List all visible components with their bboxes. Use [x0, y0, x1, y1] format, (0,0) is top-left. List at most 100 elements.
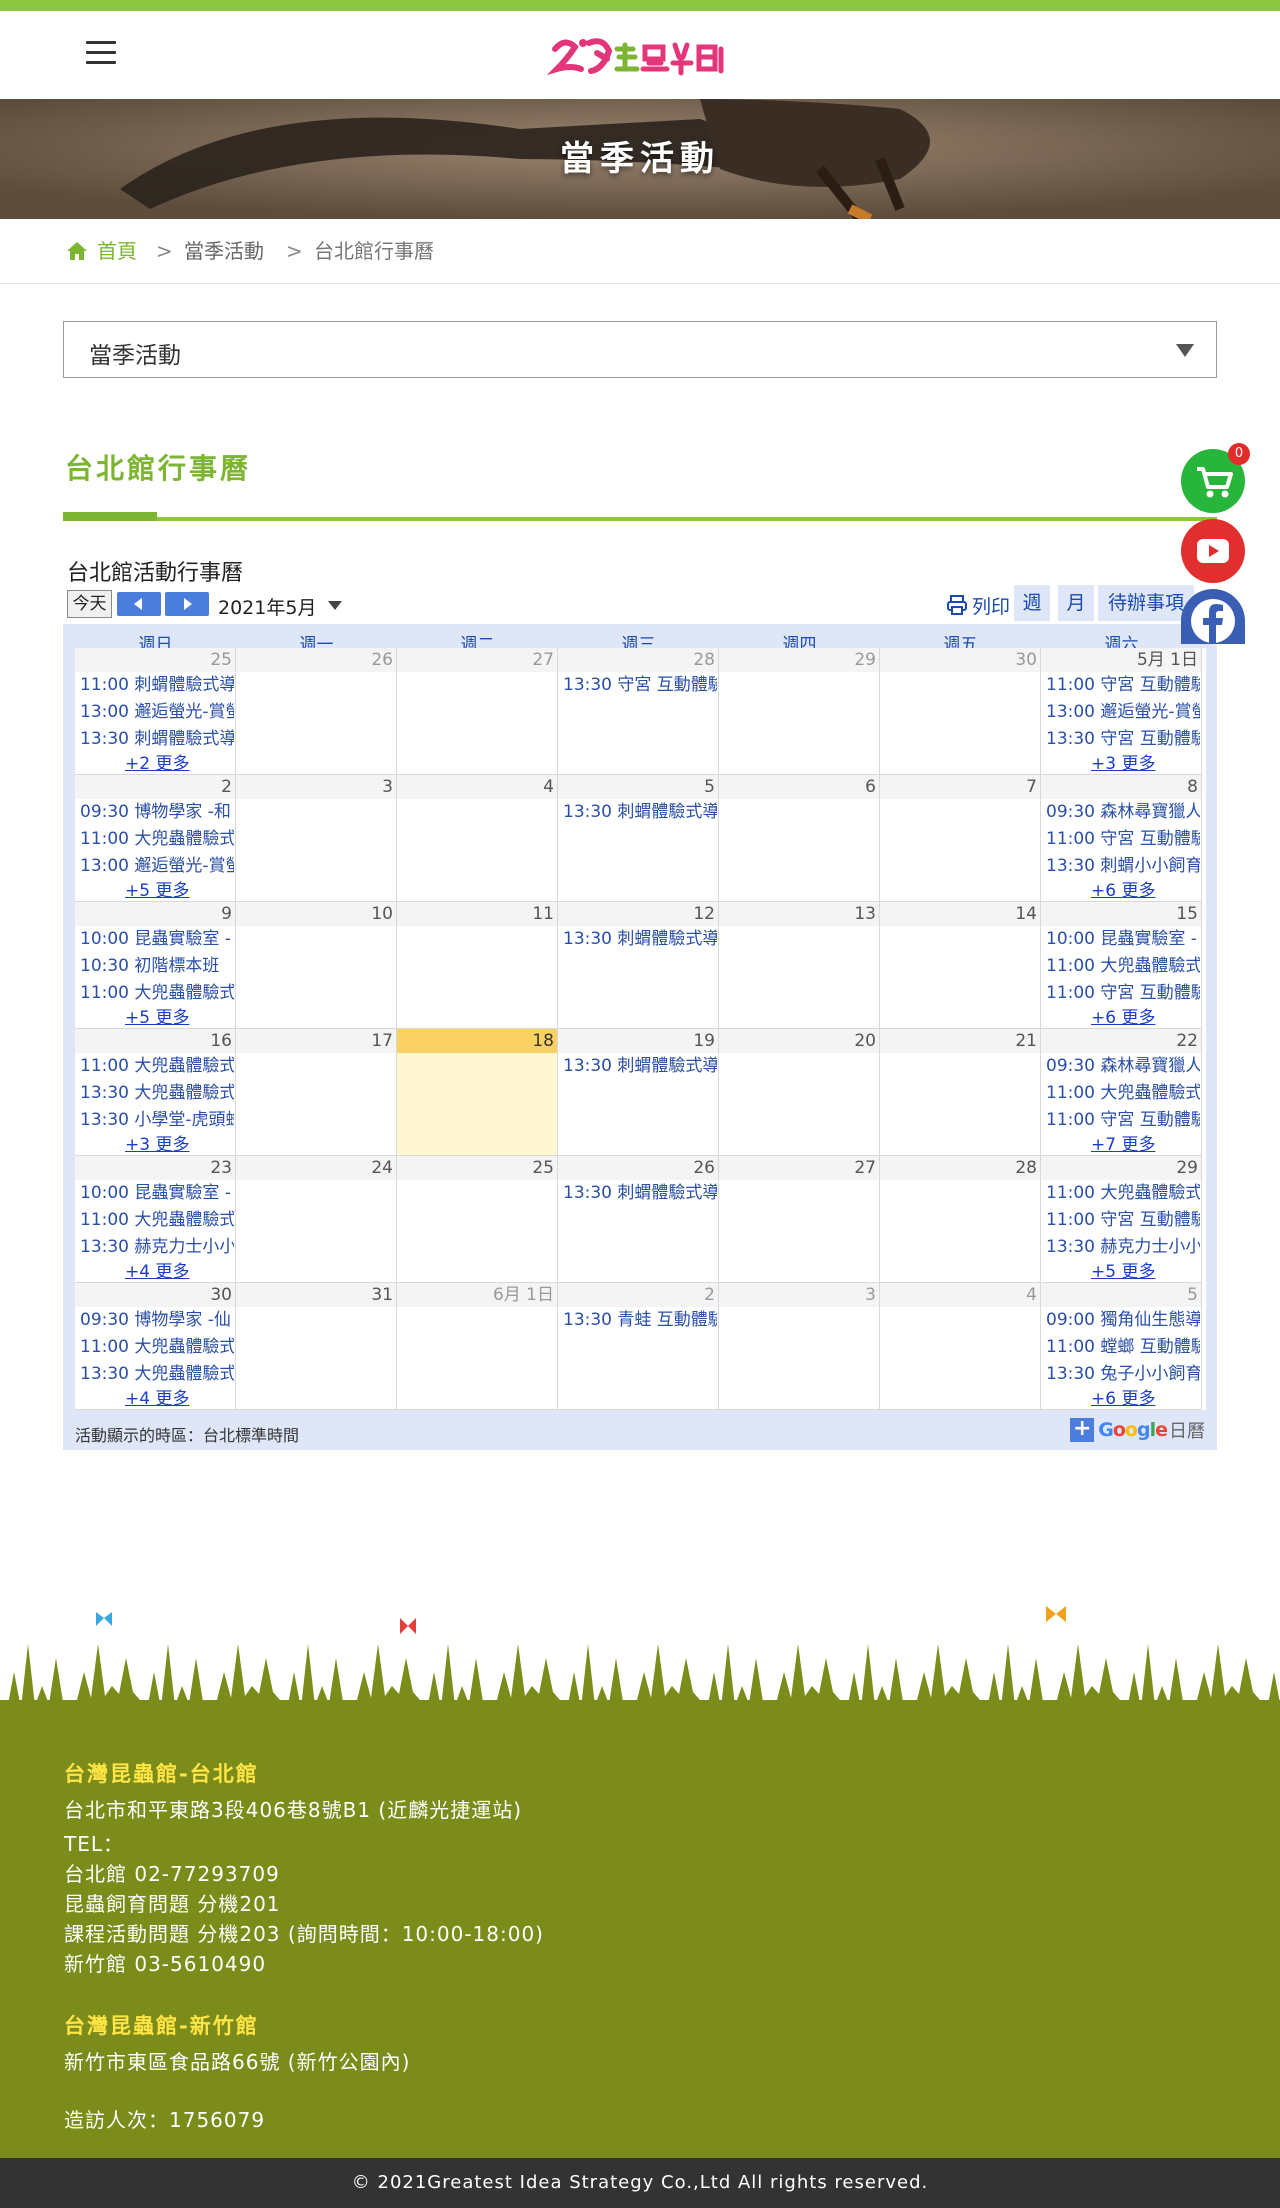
- calendar-event[interactable]: 13:30 守宮 互動體驗: [1046, 728, 1200, 750]
- more-events-link[interactable]: +6 更多: [1091, 882, 1155, 900]
- breadcrumb-home[interactable]: 首頁: [97, 239, 137, 263]
- facebook-button[interactable]: [1181, 589, 1245, 644]
- more-events-link[interactable]: +2 更多: [125, 755, 189, 773]
- calendar-day-cell[interactable]: 15 10:00 昆蟲實驗室 - 11:00 大兜蟲體驗式 11:00 守宮 互動體驗…: [1041, 902, 1202, 1029]
- breadcrumb-seasonal[interactable]: 當季活動: [184, 239, 264, 263]
- calendar-event[interactable]: 13:30 赫克力士小小: [1046, 1236, 1200, 1258]
- calendar-event[interactable]: 09:30 博物學家 -仙: [80, 1309, 234, 1331]
- more-events-link[interactable]: +5 更多: [1091, 1263, 1155, 1281]
- calendar-day-cell[interactable]: 23 10:00 昆蟲實驗室 - 11:00 大兜蟲體驗式 13:30 赫克力士小小 +…: [75, 1156, 236, 1283]
- calendar-day-cell[interactable]: 8 09:30 森林尋寶獵人 11:00 守宮 互動體驗 13:30 刺蝟小小飼育 +6…: [1041, 775, 1202, 902]
- calendar-day-cell[interactable]: 7: [880, 775, 1041, 902]
- calendar-day-cell[interactable]: 5 09:00 獨角仙生態導 11:00 螳螂 互動體驗 13:30 兔子小小飼育 +6…: [1041, 1283, 1202, 1410]
- calendar-day-cell[interactable]: 21: [880, 1029, 1041, 1156]
- calendar-event[interactable]: 11:00 螳螂 互動體驗: [1046, 1336, 1200, 1358]
- calendar-day-cell[interactable]: 28: [880, 1156, 1041, 1283]
- calendar-day-cell[interactable]: 13: [719, 902, 880, 1029]
- more-events-link[interactable]: +3 更多: [1091, 755, 1155, 773]
- calendar-day-cell[interactable]: 29 11:00 大兜蟲體驗式 11:00 守宮 互動體驗 13:30 赫克力士小小 +…: [1041, 1156, 1202, 1283]
- calendar-day-cell[interactable]: 3: [236, 775, 397, 902]
- calendar-event[interactable]: 11:00 大兜蟲體驗式: [80, 828, 234, 850]
- calendar-day-cell[interactable]: 16 11:00 大兜蟲體驗式 13:30 大兜蟲體驗式 13:30 小學堂-虎頭蜂 +…: [75, 1029, 236, 1156]
- calendar-day-cell[interactable]: 30: [880, 648, 1041, 775]
- calendar-day-cell[interactable]: 25: [397, 1156, 558, 1283]
- calendar-event[interactable]: 11:00 守宮 互動體驗: [1046, 982, 1200, 1004]
- calendar-day-cell[interactable]: 29: [719, 648, 880, 775]
- youtube-button[interactable]: [1181, 519, 1245, 583]
- calendar-day-cell[interactable]: 31: [236, 1283, 397, 1410]
- calendar-event[interactable]: 13:30 刺蝟體驗式導: [80, 728, 234, 750]
- calendar-day-cell[interactable]: 3: [719, 1283, 880, 1410]
- calendar-event[interactable]: 13:30 青蛙 互動體驗: [563, 1309, 717, 1331]
- site-logo[interactable]: [545, 29, 735, 85]
- calendar-event[interactable]: 13:30 兔子小小飼育: [1046, 1363, 1200, 1385]
- calendar-event[interactable]: 11:00 大兜蟲體驗式: [80, 1336, 234, 1358]
- tab-agenda[interactable]: 待辦事項: [1098, 585, 1194, 621]
- calendar-event[interactable]: 11:00 大兜蟲體驗式: [80, 1055, 234, 1077]
- home-icon[interactable]: [66, 241, 88, 261]
- calendar-event[interactable]: 11:00 大兜蟲體驗式: [1046, 1082, 1200, 1104]
- calendar-event[interactable]: 09:30 森林尋寶獵人: [1046, 801, 1200, 823]
- more-events-link[interactable]: +5 更多: [125, 1009, 189, 1027]
- calendar-event[interactable]: 11:00 大兜蟲體驗式: [80, 982, 234, 1004]
- more-events-link[interactable]: +4 更多: [125, 1263, 189, 1281]
- calendar-day-cell[interactable]: 18: [397, 1029, 558, 1156]
- calendar-event[interactable]: 13:00 邂逅螢光-賞螢: [80, 855, 234, 877]
- calendar-event[interactable]: 13:30 赫克力士小小: [80, 1236, 234, 1258]
- print-button[interactable]: 列印: [946, 591, 1010, 619]
- calendar-event[interactable]: 11:00 大兜蟲體驗式: [1046, 1182, 1200, 1204]
- calendar-event[interactable]: 13:30 小學堂-虎頭蜂: [80, 1109, 234, 1131]
- add-to-google-calendar-button[interactable]: + Google 日曆: [1070, 1417, 1205, 1443]
- menu-icon[interactable]: [86, 41, 118, 67]
- next-month-button[interactable]: [165, 592, 209, 616]
- calendar-day-cell[interactable]: 20: [719, 1029, 880, 1156]
- calendar-day-cell[interactable]: 19 13:30 刺蝟體驗式導: [558, 1029, 719, 1156]
- calendar-day-cell[interactable]: 26 13:30 刺蝟體驗式導: [558, 1156, 719, 1283]
- calendar-day-cell[interactable]: 2 09:30 博物學家 -和 11:00 大兜蟲體驗式 13:00 邂逅螢光-賞螢 +…: [75, 775, 236, 902]
- more-events-link[interactable]: +6 更多: [1091, 1009, 1155, 1027]
- calendar-event[interactable]: 10:00 昆蟲實驗室 -: [1046, 928, 1200, 950]
- calendar-event[interactable]: 13:30 刺蝟小小飼育: [1046, 855, 1200, 877]
- calendar-day-cell[interactable]: 28 13:30 守宮 互動體驗: [558, 648, 719, 775]
- calendar-day-cell[interactable]: 6月 1日: [397, 1283, 558, 1410]
- more-events-link[interactable]: +5 更多: [125, 882, 189, 900]
- calendar-day-cell[interactable]: 5 13:30 刺蝟體驗式導: [558, 775, 719, 902]
- calendar-day-cell[interactable]: 14: [880, 902, 1041, 1029]
- month-label[interactable]: 2021年5月: [218, 593, 316, 620]
- prev-month-button[interactable]: [117, 592, 161, 616]
- more-events-link[interactable]: +4 更多: [125, 1390, 189, 1408]
- calendar-event[interactable]: 13:30 刺蝟體驗式導: [563, 1182, 717, 1204]
- more-events-link[interactable]: +7 更多: [1091, 1136, 1155, 1154]
- calendar-day-cell[interactable]: 4: [880, 1283, 1041, 1410]
- calendar-event[interactable]: 13:00 邂逅螢光-賞螢: [1046, 701, 1200, 723]
- calendar-day-cell[interactable]: 25 11:00 刺蝟體驗式導 13:00 邂逅螢光-賞螢 13:30 刺蝟體驗式導 +…: [75, 648, 236, 775]
- calendar-event[interactable]: 13:30 大兜蟲體驗式: [80, 1363, 234, 1385]
- tab-month[interactable]: 月: [1058, 585, 1094, 621]
- calendar-day-cell[interactable]: 11: [397, 902, 558, 1029]
- calendar-day-cell[interactable]: 22 09:30 森林尋寶獵人 11:00 大兜蟲體驗式 11:00 守宮 互動體驗 +…: [1041, 1029, 1202, 1156]
- calendar-event[interactable]: 11:00 守宮 互動體驗: [1046, 1109, 1200, 1131]
- calendar-day-cell[interactable]: 26: [236, 648, 397, 775]
- calendar-event[interactable]: 13:30 刺蝟體驗式導: [563, 1055, 717, 1077]
- caret-down-icon[interactable]: [328, 601, 342, 610]
- calendar-event[interactable]: 11:00 大兜蟲體驗式: [80, 1209, 234, 1231]
- calendar-day-cell[interactable]: 24: [236, 1156, 397, 1283]
- calendar-event[interactable]: 09:00 獨角仙生態導: [1046, 1309, 1200, 1331]
- calendar-day-cell[interactable]: 12 13:30 刺蝟體驗式導: [558, 902, 719, 1029]
- calendar-day-cell[interactable]: 10: [236, 902, 397, 1029]
- calendar-event[interactable]: 11:00 大兜蟲體驗式: [1046, 955, 1200, 977]
- calendar-event[interactable]: 13:00 邂逅螢光-賞螢: [80, 701, 234, 723]
- calendar-day-cell[interactable]: 5月 1日 11:00 守宮 互動體驗 13:00 邂逅螢光-賞螢 13:30 守宮 …: [1041, 648, 1202, 775]
- calendar-event[interactable]: 10:30 初階標本班: [80, 955, 234, 977]
- calendar-event[interactable]: 13:30 大兜蟲體驗式: [80, 1082, 234, 1104]
- more-events-link[interactable]: +6 更多: [1091, 1390, 1155, 1408]
- calendar-day-cell[interactable]: 27: [397, 648, 558, 775]
- calendar-day-cell[interactable]: 2 13:30 青蛙 互動體驗: [558, 1283, 719, 1410]
- calendar-event[interactable]: 11:00 守宮 互動體驗: [1046, 1209, 1200, 1231]
- calendar-day-cell[interactable]: 30 09:30 博物學家 -仙 11:00 大兜蟲體驗式 13:30 大兜蟲體驗式 +…: [75, 1283, 236, 1410]
- category-select[interactable]: 當季活動: [63, 321, 1217, 378]
- tab-week[interactable]: 週: [1014, 585, 1050, 621]
- calendar-event[interactable]: 11:00 守宮 互動體驗: [1046, 828, 1200, 850]
- calendar-event[interactable]: 13:30 刺蝟體驗式導: [563, 928, 717, 950]
- calendar-event[interactable]: 10:00 昆蟲實驗室 -: [80, 1182, 234, 1204]
